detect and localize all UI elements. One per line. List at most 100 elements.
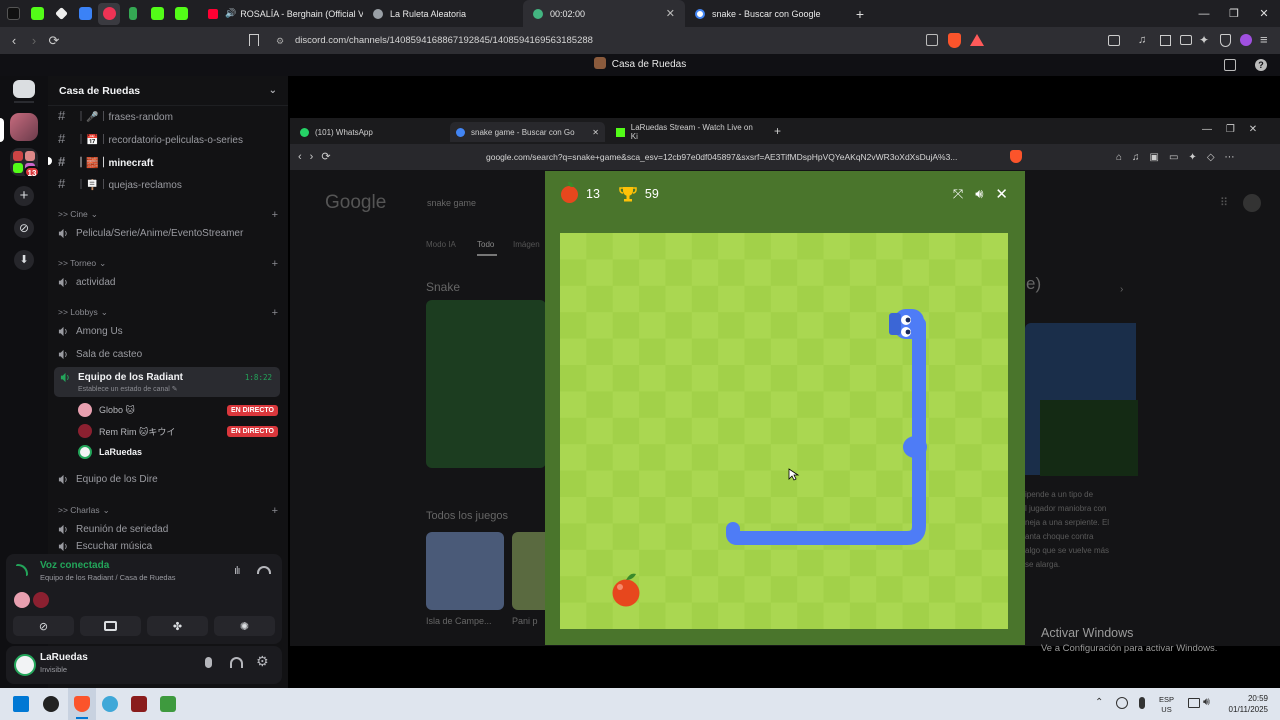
extensions-icon[interactable]: ✦ — [1199, 33, 1209, 47]
channel-quejas[interactable]: # ｜🪧｜quejas-reclamos — [58, 173, 280, 193]
tray-network-icon[interactable] — [1188, 698, 1200, 708]
tab-rosalia[interactable]: 🔊 ROSALÍA - Berghain (Official Vide — [198, 0, 363, 27]
category-lobbys[interactable]: >> Lobbys ⌄ + — [58, 307, 278, 319]
pinned-tab-diamond[interactable] — [50, 3, 72, 25]
voice-channel-pelicula[interactable]: Pelicula/Serie/Anime/EventoStreamer — [58, 223, 280, 243]
menu-icon[interactable]: ≡ — [1260, 32, 1268, 47]
add-channel-icon[interactable]: + — [272, 258, 278, 270]
signal-icon[interactable] — [16, 564, 28, 576]
taskbar-app-obs[interactable] — [43, 696, 59, 712]
tray-mic-icon[interactable] — [1139, 697, 1145, 709]
inbox-icon[interactable] — [1224, 59, 1236, 71]
screen-share-button[interactable] — [80, 616, 141, 636]
vpn-icon[interactable] — [1220, 34, 1231, 47]
pinned-tab-figure[interactable] — [122, 3, 144, 25]
user-avatar[interactable] — [14, 654, 36, 676]
add-channel-icon[interactable]: + — [272, 209, 278, 221]
back-icon[interactable]: ‹ — [4, 33, 24, 48]
tab-snake-search[interactable]: snake - Buscar con Google — [685, 0, 845, 27]
music-icon[interactable]: ♫ — [1138, 34, 1146, 46]
pinned-tab-blue[interactable] — [74, 3, 96, 25]
voice-status[interactable]: Voz conectada — [40, 560, 109, 571]
url-field[interactable]: discord.com/channels/1408594168867192845… — [295, 32, 1015, 50]
microphone-icon[interactable] — [205, 657, 212, 668]
settings-gear-icon[interactable]: ⚙ — [256, 653, 269, 670]
snake-game[interactable]: 13 59 ⤧ 🔊︎ ✕ — [545, 171, 1025, 645]
voice-channel-actividad[interactable]: actividad — [58, 272, 280, 292]
close-game-icon[interactable]: ✕ — [995, 185, 1008, 203]
close-window-icon[interactable]: ✕ — [1248, 0, 1280, 27]
voice-channel-reunion[interactable]: Reunión de seriedad — [58, 519, 280, 539]
activities-button[interactable]: ✤ — [147, 616, 208, 636]
minimize-icon[interactable]: — — [1188, 0, 1220, 27]
voice-channel-radiant[interactable]: Equipo de los Radiant 1:8:22 Establece u… — [54, 367, 280, 397]
category-torneo[interactable]: >> Torneo ⌄ + — [58, 258, 278, 270]
soundboard-button[interactable]: ✺ — [214, 616, 275, 636]
taskbar-app-notepad[interactable] — [160, 696, 176, 712]
pinned-tab-kick-1[interactable] — [146, 3, 168, 25]
volume-icon[interactable]: 🔊︎ — [975, 186, 983, 202]
cast-icon[interactable] — [1108, 35, 1120, 46]
download-icon[interactable]: ⬇ — [14, 250, 34, 270]
help-icon[interactable]: ? — [1255, 59, 1267, 71]
hash-icon: # — [58, 107, 66, 123]
bookmark-icon[interactable] — [249, 34, 259, 46]
tab-timer[interactable]: 00:02:00 ✕ — [523, 0, 685, 27]
new-tab-button[interactable]: + — [845, 6, 875, 22]
forward-icon[interactable]: › — [24, 33, 44, 48]
pinned-tab-kick-2[interactable] — [170, 3, 192, 25]
voice-member-rem-rim[interactable]: Rem Rim 🐱キウイ EN DIRECTO — [78, 421, 278, 441]
tray-sync-icon[interactable] — [1116, 697, 1128, 709]
snake-board[interactable] — [560, 233, 1008, 629]
voice-member-globo[interactable]: Globo 🐱 EN DIRECTO — [78, 400, 278, 420]
pinned-tab-tiktok[interactable] — [2, 3, 24, 25]
taskbar-app-brave[interactable] — [74, 696, 90, 712]
sidebar-icon[interactable] — [1160, 35, 1171, 46]
user-name[interactable]: LaRuedas — [40, 652, 88, 663]
brave-rewards-icon[interactable] — [970, 34, 984, 46]
reload-icon[interactable]: ⟳ — [44, 33, 64, 49]
keyboard-language[interactable]: ESP US — [1159, 695, 1174, 715]
add-channel-icon[interactable]: + — [272, 307, 278, 319]
pinned-tab-green[interactable] — [26, 3, 48, 25]
category-charlas[interactable]: >> Charlas ⌄ + — [58, 505, 278, 517]
maximize-icon[interactable]: ❐ — [1218, 0, 1250, 27]
site-info-icon[interactable]: ⚙ — [276, 36, 284, 47]
clock[interactable]: 20:59 01/11/2025 — [1228, 693, 1268, 715]
taskbar-app-globe[interactable] — [102, 696, 118, 712]
category-cine[interactable]: >> Cine ⌄ + — [58, 209, 278, 221]
pinned-tab-circle[interactable] — [98, 2, 120, 25]
server-casa-de-ruedas[interactable] — [10, 113, 38, 141]
voice-channel-musica[interactable]: Escuchar música — [58, 541, 280, 553]
tray-volume-icon[interactable]: 🔊︎ — [1203, 696, 1210, 709]
tray-chevron-icon[interactable]: ⌃ — [1095, 697, 1103, 708]
channel-status-hint[interactable]: Establece un estado de canal ✎ — [78, 385, 178, 393]
voice-member-laruedas[interactable]: LaRuedas — [78, 442, 278, 462]
start-icon[interactable] — [13, 696, 29, 712]
headphones-icon[interactable] — [230, 657, 243, 668]
channel-recordatorio[interactable]: # ｜📅｜recordatorio-peliculas-o-series — [58, 128, 280, 148]
voice-location[interactable]: Equipo de los Radiant / Casa de Ruedas — [40, 573, 176, 582]
add-channel-icon[interactable]: + — [272, 505, 278, 517]
voice-channel-among-us[interactable]: Among Us — [58, 321, 280, 341]
discover-icon[interactable]: ⊘ — [14, 218, 34, 238]
fullscreen-icon[interactable]: ⤧ — [953, 186, 963, 202]
close-tab-icon[interactable]: ✕ — [666, 7, 675, 20]
brave-shields-icon[interactable] — [948, 33, 961, 48]
disconnect-icon[interactable] — [257, 566, 271, 574]
board-tile — [586, 391, 614, 419]
profile-icon[interactable] — [1240, 34, 1252, 46]
share-icon[interactable] — [926, 34, 938, 46]
server-header[interactable]: Casa de Ruedas ⌄ — [48, 76, 288, 106]
discord-home-icon[interactable] — [13, 80, 35, 98]
wallet-icon[interactable] — [1180, 35, 1192, 45]
camera-off-button[interactable]: ⊘ — [13, 616, 74, 636]
tab-ruleta[interactable]: La Ruleta Aleatoria — [363, 0, 523, 27]
voice-channel-sala-casteo[interactable]: Sala de casteo — [58, 344, 280, 364]
voice-channel-dire[interactable]: Equipo de los Dire — [58, 469, 280, 489]
taskbar-app-dota[interactable] — [131, 696, 147, 712]
noise-suppression-icon[interactable]: ılı — [234, 565, 240, 577]
add-server-icon[interactable]: + — [14, 186, 34, 206]
channel-frases-random[interactable]: # ｜🎤｜frases-random — [58, 105, 280, 125]
channel-minecraft[interactable]: # ｜🧱｜minecraft — [58, 151, 280, 171]
